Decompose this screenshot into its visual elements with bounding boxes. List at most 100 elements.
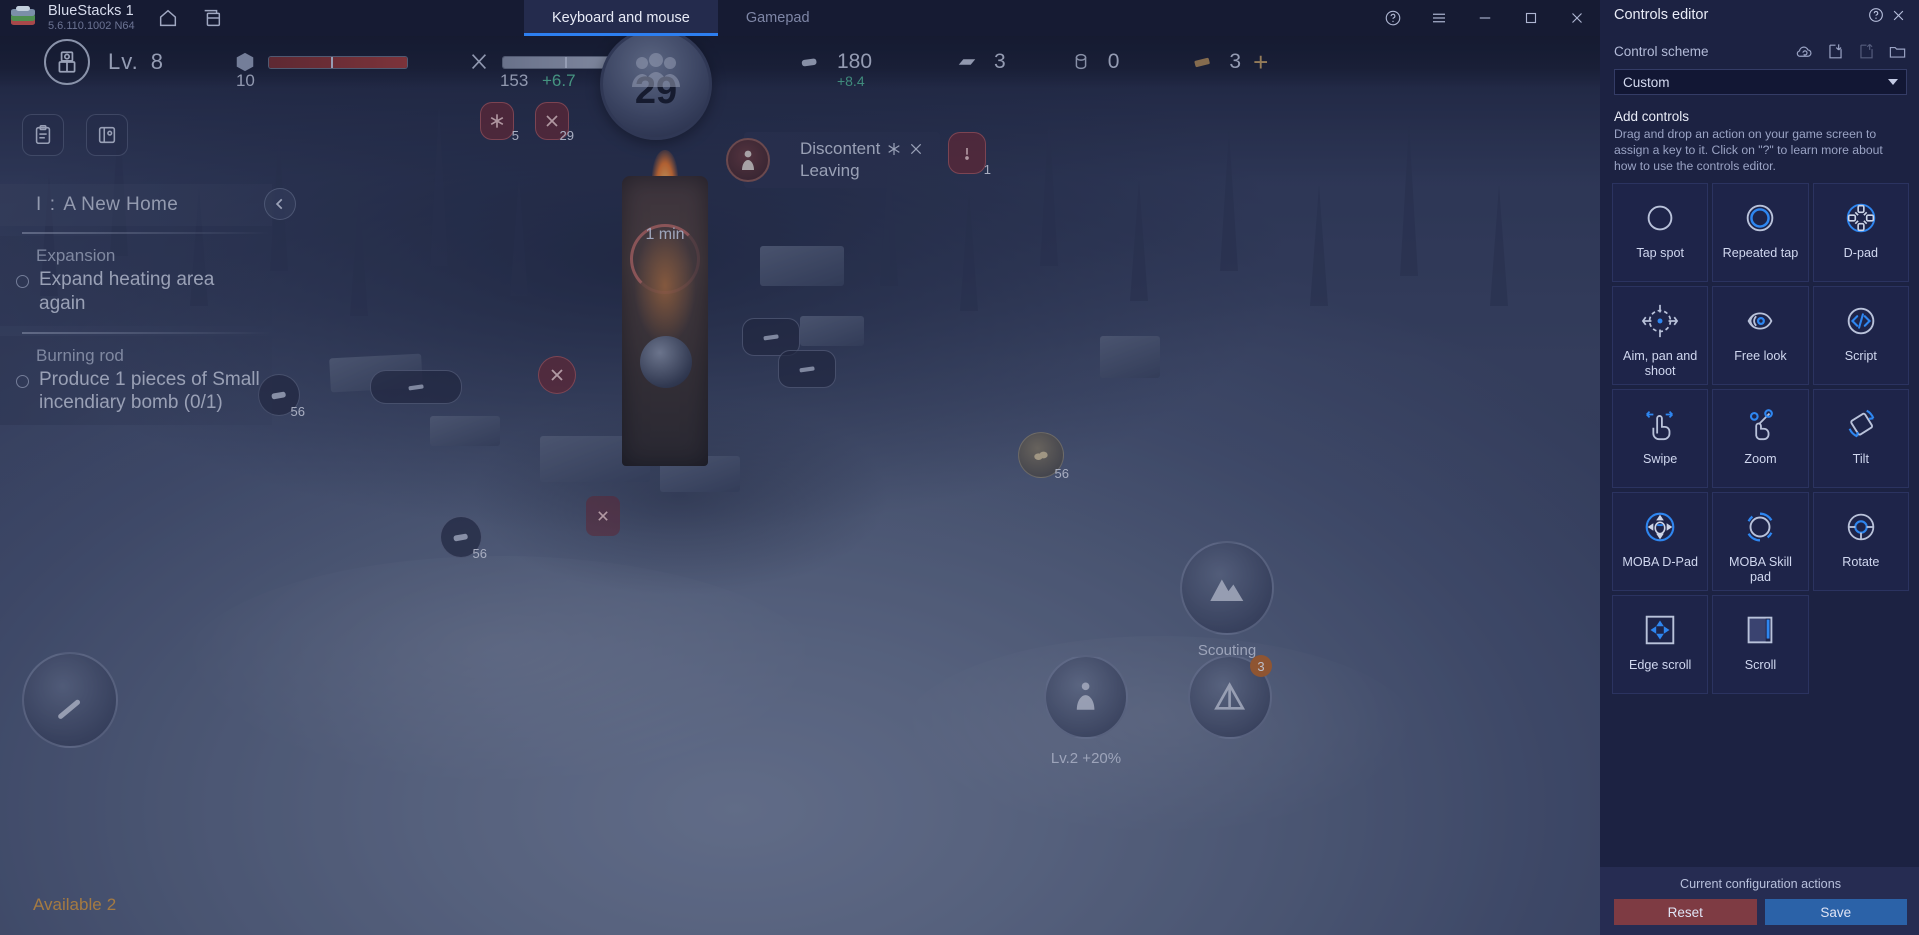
warning-marker[interactable] — [586, 496, 620, 536]
quest-group[interactable]: Burning rod Produce 1 pieces of Small in… — [0, 335, 272, 425]
road-marker-c[interactable] — [778, 350, 836, 388]
alert-icon — [965, 148, 969, 160]
scouting-button[interactable]: Scouting — [1180, 541, 1274, 659]
book-icon — [98, 126, 116, 144]
discontent-line-2: Leaving — [800, 161, 860, 180]
control-scroll[interactable]: Scroll — [1712, 595, 1809, 695]
window-controls — [1370, 0, 1600, 36]
tab-keyboard-and-mouse[interactable]: Keyboard and mouse — [524, 0, 718, 36]
control-free-look[interactable]: Free look — [1712, 286, 1809, 386]
control-aim-pan-shoot[interactable]: Aim, pan and shoot — [1612, 286, 1709, 386]
quest-collapse-button[interactable] — [264, 188, 296, 220]
tent-button[interactable]: 3 — [1188, 655, 1272, 739]
sled-icon — [763, 334, 779, 341]
controls-editor-title: Controls editor — [1614, 7, 1709, 23]
building — [760, 246, 844, 286]
wood-widget[interactable]: 0 — [1068, 49, 1119, 75]
x-icon — [551, 369, 563, 381]
city-level-widget[interactable]: Lv. 8 — [44, 39, 164, 85]
available-count: 2 — [106, 895, 117, 914]
add-controls-description: Drag and drop an action on your game scr… — [1614, 127, 1883, 174]
quest-task: Expand heating area again — [16, 268, 262, 316]
close-icon[interactable] — [1554, 0, 1600, 36]
control-tilt[interactable]: Tilt — [1812, 389, 1909, 489]
reset-button[interactable]: Reset — [1614, 899, 1757, 925]
resource-b-count: 56 — [472, 546, 487, 561]
tilt-icon — [1841, 404, 1881, 444]
close-icon[interactable] — [1887, 4, 1909, 26]
quest-group[interactable]: Expansion Expand heating area again — [0, 236, 272, 326]
control-moba-dpad[interactable]: MOBA D-Pad — [1612, 492, 1709, 592]
steel-icon — [954, 49, 980, 75]
food-icon — [466, 49, 492, 75]
building — [800, 316, 864, 346]
control-script[interactable]: Script — [1812, 286, 1909, 386]
save-button[interactable]: Save — [1764, 899, 1907, 925]
tab-gamepad[interactable]: Gamepad — [718, 0, 838, 36]
steel-widget[interactable]: 3 — [954, 49, 1006, 75]
control-zoom[interactable]: Zoom — [1712, 389, 1809, 489]
available-workers-button[interactable] — [22, 652, 118, 748]
help-icon[interactable] — [1865, 4, 1887, 26]
crate-widget[interactable]: 3 + — [1189, 49, 1268, 75]
quest-bullet-icon — [16, 374, 29, 388]
cold-marker[interactable]: 5 — [480, 102, 519, 143]
control-label: D-pad — [1843, 246, 1878, 261]
moba-skill-pad-icon — [1740, 507, 1780, 547]
control-repeated-tap[interactable]: Repeated tap — [1712, 183, 1809, 283]
home-icon[interactable] — [157, 7, 179, 29]
tasks-button[interactable] — [22, 114, 64, 156]
minimize-icon[interactable] — [1462, 0, 1508, 36]
blocked-marker[interactable] — [538, 356, 576, 394]
export-icon[interactable] — [1857, 42, 1876, 61]
control-label: Tilt — [1852, 452, 1869, 467]
control-label: Tap spot — [1636, 246, 1684, 261]
add-controls-title: Add controls — [1614, 109, 1690, 124]
coal-icon — [797, 49, 823, 75]
crate-icon — [1189, 49, 1215, 75]
controls-editor-header: Controls editor — [1600, 0, 1919, 30]
gallery-button[interactable] — [86, 114, 128, 156]
notice-marker[interactable]: 1 — [948, 132, 991, 177]
control-rotate[interactable]: Rotate — [1812, 492, 1909, 592]
level-value: 8 — [150, 49, 164, 74]
heat-tower[interactable] — [600, 146, 730, 476]
help-icon[interactable] — [1370, 0, 1416, 36]
discontent-label: Discontent — [800, 139, 881, 158]
chevron-down-icon — [1888, 79, 1898, 85]
free-look-icon — [1740, 301, 1780, 341]
wood-icon — [1068, 49, 1094, 75]
tower-generator-ball — [640, 336, 692, 388]
folder-icon[interactable] — [1888, 42, 1907, 61]
control-scheme-icons — [1795, 42, 1907, 61]
control-dpad[interactable]: D-pad — [1812, 183, 1909, 283]
control-label: MOBA Skill pad — [1729, 555, 1792, 585]
resource-marker-c[interactable]: 56 — [1018, 432, 1069, 481]
scroll-icon — [1740, 610, 1780, 650]
cloud-restore-icon[interactable] — [1795, 42, 1814, 61]
game-canvas[interactable]: 1 min Lv. 8 10 153 +6.7 180 +8.4 3 0 3 +… — [0, 36, 1600, 935]
temperature-widget[interactable]: 10 — [232, 49, 408, 90]
controls-editor-footer: Current configuration actions Reset Save — [1600, 867, 1919, 935]
menu-icon[interactable] — [1416, 0, 1462, 36]
control-swipe[interactable]: Swipe — [1612, 389, 1709, 489]
sick-marker[interactable]: 29 — [535, 102, 574, 143]
control-edge-scroll[interactable]: Edge scroll — [1612, 595, 1709, 695]
coal-widget[interactable]: 180 +8.4 — [797, 49, 872, 89]
workshop-button[interactable]: Lv.2 +20% — [1044, 655, 1128, 767]
maximize-icon[interactable] — [1508, 0, 1554, 36]
control-label: Swipe — [1643, 452, 1678, 467]
control-tap-spot[interactable]: Tap spot — [1612, 183, 1709, 283]
multi-instance-icon[interactable] — [201, 7, 223, 29]
aim-pan-shoot-icon — [1640, 301, 1680, 341]
rotate-icon — [1841, 507, 1881, 547]
bluestacks-window: 1 min Lv. 8 10 153 +6.7 180 +8.4 3 0 3 +… — [0, 0, 1919, 935]
control-moba-skill-pad[interactable]: MOBA Skill pad — [1712, 492, 1809, 592]
control-scheme-select[interactable]: Custom — [1614, 69, 1907, 95]
add-resource-button[interactable]: + — [1253, 49, 1268, 75]
road-marker-a[interactable] — [370, 370, 462, 404]
resource-marker-b[interactable]: 56 — [440, 516, 487, 561]
import-icon[interactable] — [1826, 42, 1845, 61]
temperature-value: 10 — [235, 71, 255, 90]
sled-icon — [799, 366, 815, 373]
